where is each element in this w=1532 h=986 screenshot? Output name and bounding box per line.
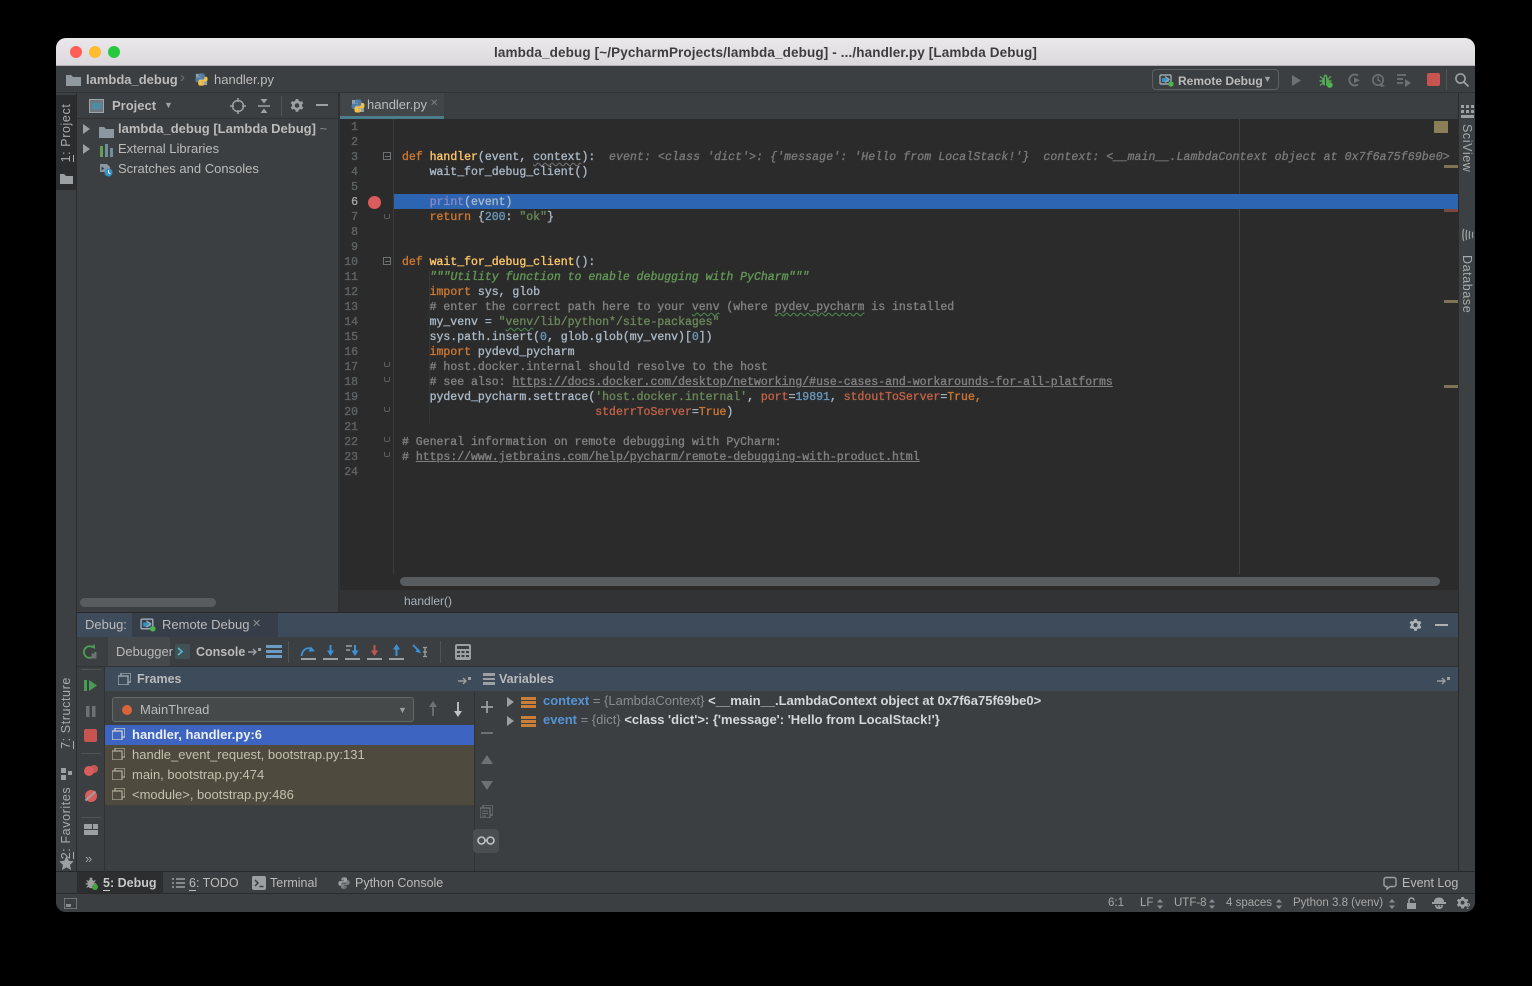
svg-text:?: ? (1465, 901, 1470, 910)
